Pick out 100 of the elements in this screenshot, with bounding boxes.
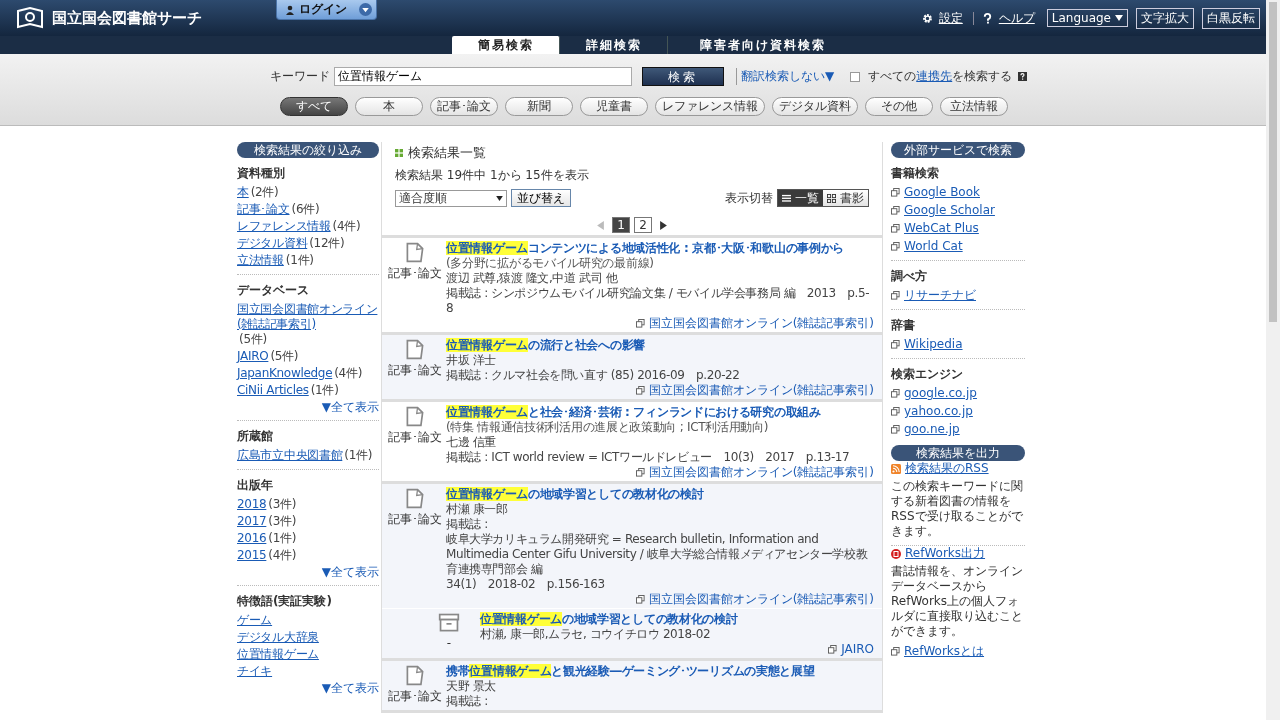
filter-link[interactable]: 2016 (237, 531, 267, 545)
sort-dropdown[interactable]: 適合度順 (395, 189, 507, 207)
filter-count: (1件) (344, 448, 373, 462)
title-link[interactable]: 位置情報ゲームコンテンツによる地域活性化 : 京都･大阪･和歌山の事例から (446, 241, 845, 255)
login-button[interactable]: ログイン (276, 0, 377, 20)
filter-link[interactable]: チイキ (237, 664, 273, 678)
book-logo-icon (16, 7, 44, 29)
partners-link[interactable]: 連携先 (916, 69, 953, 83)
material-type: 記事･論文 (388, 429, 442, 446)
filter-link[interactable]: JAIRO (237, 349, 269, 363)
help-icon[interactable] (1018, 72, 1028, 81)
translate-toggle[interactable]: 翻訳検索しない▼ (736, 68, 835, 85)
external-link[interactable]: World Cat (904, 239, 963, 254)
category-button[interactable]: すべて (280, 97, 348, 116)
category-button[interactable]: 立法情報 (940, 97, 1008, 116)
category-button[interactable]: レファレンス情報 (655, 97, 765, 116)
title-link[interactable]: 位置情報ゲームの地域学習としての教材化の検討 (480, 612, 738, 626)
category-button[interactable]: その他 (865, 97, 933, 116)
filter-link[interactable]: JapanKnowledge (237, 366, 333, 380)
material-type: 記事･論文 (388, 688, 442, 705)
filter-link[interactable]: 国立国会図書館オンライン(雑誌記事索引) (237, 302, 379, 332)
document-icon (404, 664, 426, 686)
source-link[interactable]: 国立国会図書館オンライン(雑誌記事索引) (648, 383, 874, 398)
external-link-icon (635, 595, 645, 604)
title-link[interactable]: 位置情報ゲームの地域学習としての教材化の検討 (446, 487, 704, 501)
external-link[interactable]: WebCat Plus (904, 221, 979, 236)
scrollbar[interactable] (1266, 0, 1280, 720)
page-button[interactable]: 1 (612, 217, 630, 233)
header-button[interactable]: 白黒反転 (1202, 7, 1260, 29)
external-link[interactable]: Wikipedia (904, 337, 963, 352)
journal-issue: 34(1) 2018-02 p.156-163 (446, 577, 606, 592)
refworks-link[interactable]: RefWorks出力 (905, 546, 986, 561)
external-link[interactable]: yahoo.co.jp (904, 404, 973, 419)
source-link[interactable]: JAIRO (841, 642, 874, 657)
result-authors: 村瀬, 康一郎,ムラセ, コウイチロウ 2018-02 (480, 627, 712, 642)
header-link[interactable]: ヘルプ (998, 9, 1035, 27)
filter-link[interactable]: 立法情報 (237, 253, 284, 267)
site-title[interactable]: 国立国会図書館サーチ (52, 8, 202, 28)
filter-link[interactable]: レファレンス情報 (237, 219, 331, 233)
filter-link[interactable]: 広島市立中央図書館 (237, 448, 343, 462)
filter-link[interactable]: 2018 (237, 497, 267, 511)
header-button[interactable]: 文字拡大 (1136, 7, 1194, 29)
view-toggle[interactable]: 書影 (823, 190, 868, 206)
external-link[interactable]: goo.ne.jp (904, 422, 960, 437)
show-all-link[interactable]: ▼全て表示 (321, 681, 379, 695)
journal-info: 掲載誌 : クルマ社会を問い直す (85) 2016-09 p.20-22 (446, 368, 741, 383)
about-refworks-link[interactable]: RefWorksとは (904, 644, 985, 659)
filter-link[interactable]: デジタル大辞泉 (237, 630, 319, 644)
filter-count: (1件) (285, 253, 314, 267)
external-link[interactable]: Google Scholar (904, 203, 995, 218)
search-tab[interactable]: 簡易検索 (452, 36, 560, 54)
section-heading: データベース (237, 282, 310, 299)
category-button[interactable]: 児童書 (580, 97, 648, 116)
title-note: (多分野に拡がるモバイル研究の最前線) (446, 256, 655, 271)
sort-button[interactable]: 並び替え (511, 189, 571, 207)
search-button[interactable]: 検索 (642, 67, 724, 86)
filter-link[interactable]: ゲーム (237, 613, 273, 627)
filter-link[interactable]: 本 (237, 185, 249, 199)
section-heading: 調べ方 (891, 268, 928, 285)
filter-link[interactable]: 2015 (237, 548, 267, 562)
source-link[interactable]: 国立国会図書館オンライン(雑誌記事索引) (648, 592, 874, 607)
section-heading: 特徴語(実証実験) (237, 593, 333, 610)
show-all-link[interactable]: ▼全て表示 (321, 400, 379, 414)
search-tab[interactable]: 障害者向け資料検索 (668, 36, 858, 54)
external-link[interactable]: リサーチナビ (904, 288, 976, 303)
show-all-link[interactable]: ▼全て表示 (321, 565, 379, 579)
section-heading: 出版年 (237, 477, 274, 494)
external-link-icon (828, 645, 838, 654)
source-link[interactable]: 国立国会図書館オンライン(雑誌記事索引) (648, 316, 874, 331)
filter-link[interactable]: 位置情報ゲーム (237, 647, 319, 661)
filter-count: (2件) (250, 185, 279, 199)
rss-link[interactable]: 検索結果のRSS (905, 461, 989, 476)
filter-link[interactable]: デジタル資料 (237, 236, 308, 250)
view-label: 表示切替 (725, 189, 773, 207)
filter-count: (3件) (268, 514, 297, 528)
partners-checkbox[interactable] (850, 71, 861, 82)
next-page-icon[interactable] (660, 220, 667, 230)
caret-icon (1115, 15, 1123, 21)
result-authors: 渡辺 武尊,猿渡 隆文,中道 武司 他 (446, 271, 619, 286)
source-link[interactable]: 国立国会図書館オンライン(雑誌記事索引) (648, 465, 874, 480)
external-link[interactable]: google.co.jp (904, 386, 977, 401)
page-button[interactable]: 2 (634, 217, 652, 233)
grid-icon (395, 149, 403, 157)
filter-link[interactable]: 2017 (237, 514, 267, 528)
document-icon (404, 487, 426, 509)
view-toggle[interactable]: 一覧 (778, 190, 823, 206)
title-link[interactable]: 位置情報ゲームの流行と社会への影響 (446, 338, 645, 352)
header-link[interactable]: 設定 (938, 9, 963, 27)
language-dropdown[interactable]: Language (1046, 9, 1128, 27)
category-button[interactable]: 記事･論文 (430, 97, 498, 116)
title-link[interactable]: 位置情報ゲーム と社会･経済･芸術 : フィンランドにおける研究の取組み (446, 405, 821, 419)
category-button[interactable]: 本 (355, 97, 423, 116)
external-link[interactable]: Google Book (904, 185, 980, 200)
filter-link[interactable]: 記事･論文 (237, 202, 290, 216)
material-type: 記事･論文 (388, 511, 442, 528)
section-heading: 辞書 (891, 317, 916, 334)
category-button[interactable]: デジタル資料 (772, 97, 858, 116)
filter-link[interactable]: CiNii Articles (237, 383, 309, 397)
category-button[interactable]: 新聞 (505, 97, 573, 116)
keyword-input[interactable]: 位置情報ゲーム (334, 67, 632, 86)
